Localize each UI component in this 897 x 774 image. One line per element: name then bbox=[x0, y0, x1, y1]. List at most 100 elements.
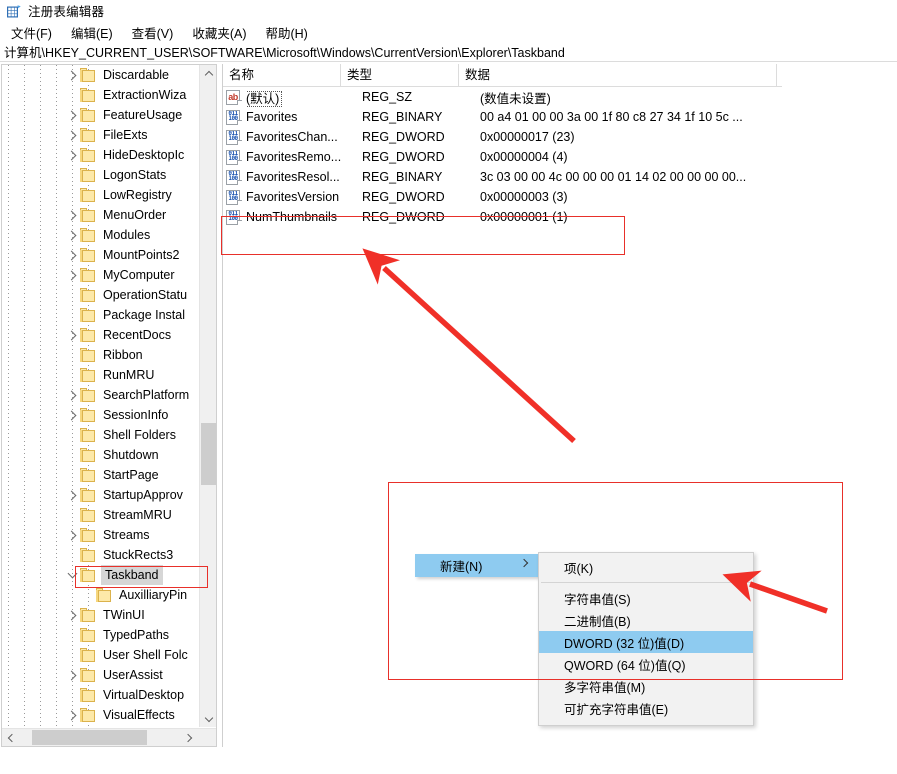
chevron-right-icon[interactable] bbox=[64, 705, 80, 725]
tree-item-shell-folders[interactable]: Shell Folders bbox=[2, 425, 199, 445]
tree-item-sessioninfo[interactable]: SessionInfo bbox=[2, 405, 199, 425]
scroll-up-icon[interactable] bbox=[200, 65, 216, 82]
tree-item-hidedesktopic[interactable]: HideDesktopIc bbox=[2, 145, 199, 165]
context-submenu-new[interactable]: 项(K) 字符串值(S) 二进制值(B) DWORD (32 位)值(D) QWORD … bbox=[538, 552, 754, 726]
chevron-right-icon[interactable] bbox=[64, 205, 80, 225]
tree-item-mycomputer[interactable]: MyComputer bbox=[2, 265, 199, 285]
menu-bar: 文件(F) 编辑(E) 查看(V) 收藏夹(A) 帮助(H) bbox=[0, 24, 897, 44]
menu-help[interactable]: 帮助(H) bbox=[261, 25, 314, 43]
menu-favorites[interactable]: 收藏夹(A) bbox=[188, 25, 253, 43]
value-type: REG_DWORD bbox=[362, 130, 445, 144]
folder-icon bbox=[80, 468, 96, 482]
registry-value-row[interactable]: ab (默认) REG_SZ (数值未设置) bbox=[223, 87, 782, 107]
tree-item-searchplatform[interactable]: SearchPlatform bbox=[2, 385, 199, 405]
registry-value-row[interactable]: 011 100 FavoritesChan... REG_DWORD 0x0000001… bbox=[223, 127, 782, 147]
chevron-down-icon[interactable] bbox=[64, 565, 80, 585]
scroll-right-icon[interactable] bbox=[180, 729, 198, 746]
chevron-right-icon[interactable] bbox=[64, 245, 80, 265]
chevron-right-icon[interactable] bbox=[64, 485, 80, 505]
value-name-cell: FavoritesResol... bbox=[246, 170, 362, 184]
column-data[interactable]: 数据 bbox=[459, 64, 777, 87]
tree-item-lowregistry[interactable]: LowRegistry bbox=[2, 185, 199, 205]
tree-item-label: RunMRU bbox=[103, 368, 155, 382]
tree-hscroll-thumb[interactable] bbox=[32, 730, 147, 745]
context-menu-new-item[interactable]: 新建(N) bbox=[415, 554, 539, 577]
tree-item-label: TypedPaths bbox=[103, 628, 170, 642]
tree-scroll-area: Discardable ExtractionWiza FeatureUsage Fil… bbox=[2, 65, 199, 727]
tree-item-featureusage[interactable]: FeatureUsage bbox=[2, 105, 199, 125]
tree-item-ribbon[interactable]: Ribbon bbox=[2, 345, 199, 365]
chevron-right-icon[interactable] bbox=[64, 325, 80, 345]
tree-item-package-instal[interactable]: Package Instal bbox=[2, 305, 199, 325]
menu-file[interactable]: 文件(F) bbox=[7, 25, 59, 43]
registry-tree-pane[interactable]: Discardable ExtractionWiza FeatureUsage Fil… bbox=[1, 64, 217, 747]
registry-value-row[interactable]: 011 100 FavoritesRemo... REG_DWORD 0x0000000… bbox=[223, 147, 782, 167]
tree-item-twinui[interactable]: TWinUI bbox=[2, 605, 199, 625]
tree-vertical-scrollbar[interactable] bbox=[199, 65, 216, 727]
tree-item-menuorder[interactable]: MenuOrder bbox=[2, 205, 199, 225]
tree-item-startupapprov[interactable]: StartupApprov bbox=[2, 485, 199, 505]
context-menu-item[interactable]: 项(K) bbox=[539, 556, 753, 578]
column-type[interactable]: 类型 bbox=[341, 64, 459, 87]
chevron-right-icon[interactable] bbox=[64, 225, 80, 245]
tree-item-startpage[interactable]: StartPage bbox=[2, 465, 199, 485]
chevron-right-icon[interactable] bbox=[64, 605, 80, 625]
tree-item-recentdocs[interactable]: RecentDocs bbox=[2, 325, 199, 345]
tree-item-typedpaths[interactable]: TypedPaths bbox=[2, 625, 199, 645]
chevron-right-icon[interactable] bbox=[64, 405, 80, 425]
tree-item-visualeffects[interactable]: VisualEffects bbox=[2, 705, 199, 725]
tree-item-modules[interactable]: Modules bbox=[2, 225, 199, 245]
registry-value-row[interactable]: 011 100 FavoritesVersion REG_DWORD 0x0000000… bbox=[223, 187, 782, 207]
column-name[interactable]: 名称 bbox=[223, 64, 341, 87]
registry-value-row[interactable]: 011 100 FavoritesResol... REG_BINARY 3c 03 0… bbox=[223, 167, 782, 187]
menu-view[interactable]: 查看(V) bbox=[128, 25, 181, 43]
tree-leaf-stub bbox=[80, 585, 96, 605]
context-menu-item[interactable]: QWORD (64 位)值(Q) bbox=[539, 653, 753, 675]
tree-item-stuckrects3[interactable]: StuckRects3 bbox=[2, 545, 199, 565]
tree-item-streams[interactable]: Streams bbox=[2, 525, 199, 545]
tree-item-user-shell-folc[interactable]: User Shell Folc bbox=[2, 645, 199, 665]
folder-icon bbox=[80, 208, 96, 222]
chevron-right-icon[interactable] bbox=[64, 665, 80, 685]
registry-value-row[interactable]: 011 100 NumThumbnails REG_DWORD 0x00000001 (… bbox=[223, 207, 782, 227]
tree-vscroll-thumb[interactable] bbox=[201, 423, 216, 485]
chevron-right-icon[interactable] bbox=[64, 525, 80, 545]
chevron-right-icon[interactable] bbox=[64, 145, 80, 165]
tree-item-logonstats[interactable]: LogonStats bbox=[2, 165, 199, 185]
tree-item-userassist[interactable]: UserAssist bbox=[2, 665, 199, 685]
scroll-down-icon[interactable] bbox=[200, 710, 216, 727]
context-menu-item[interactable]: 可扩充字符串值(E) bbox=[539, 697, 753, 719]
value-type: REG_DWORD bbox=[362, 190, 445, 204]
tree-item-extractionwiza[interactable]: ExtractionWiza bbox=[2, 85, 199, 105]
chevron-right-icon[interactable] bbox=[64, 385, 80, 405]
tree-item-runmru[interactable]: RunMRU bbox=[2, 365, 199, 385]
tree-item-discardable[interactable]: Discardable bbox=[2, 65, 199, 85]
tree-item-label: LogonStats bbox=[103, 168, 167, 182]
chevron-right-icon[interactable] bbox=[64, 125, 80, 145]
context-menu-item[interactable]: DWORD (32 位)值(D) bbox=[539, 631, 753, 653]
tree-item-label: MyComputer bbox=[103, 268, 175, 282]
registry-value-row[interactable]: 011 100 Favorites REG_BINARY 00 a4 01 00 00 … bbox=[223, 107, 782, 127]
tree-item-taskband[interactable]: Taskband bbox=[2, 565, 199, 585]
context-menu-item[interactable]: 多字符串值(M) bbox=[539, 675, 753, 697]
tree-item-shutdown[interactable]: Shutdown bbox=[2, 445, 199, 465]
tree-item-streammru[interactable]: StreamMRU bbox=[2, 505, 199, 525]
tree-item-virtualdesktop[interactable]: VirtualDesktop bbox=[2, 685, 199, 705]
tree-item-auxilliarypin[interactable]: AuxilliaryPin bbox=[2, 585, 199, 605]
folder-icon bbox=[80, 488, 96, 502]
scroll-left-icon[interactable] bbox=[2, 729, 20, 746]
tree-horizontal-scrollbar[interactable] bbox=[2, 728, 216, 746]
tree-item-mountpoints2[interactable]: MountPoints2 bbox=[2, 245, 199, 265]
value-name: FavoritesVersion bbox=[246, 190, 340, 204]
value-type: REG_DWORD bbox=[362, 210, 445, 224]
tree-item-fileexts[interactable]: FileExts bbox=[2, 125, 199, 145]
chevron-right-icon[interactable] bbox=[64, 105, 80, 125]
context-menu-item[interactable]: 字符串值(S) bbox=[539, 587, 753, 609]
chevron-right-icon[interactable] bbox=[64, 265, 80, 285]
chevron-right-icon[interactable] bbox=[64, 65, 80, 85]
menu-edit[interactable]: 编辑(E) bbox=[67, 25, 120, 43]
tree-item-operationstatu[interactable]: OperationStatu bbox=[2, 285, 199, 305]
address-bar[interactable]: 计算机\HKEY_CURRENT_USER\SOFTWARE\Microsoft… bbox=[0, 44, 897, 62]
value-data: 3c 03 00 00 4c 00 00 00 01 14 02 00 00 0… bbox=[480, 170, 747, 184]
context-menu-item[interactable]: 二进制值(B) bbox=[539, 609, 753, 631]
